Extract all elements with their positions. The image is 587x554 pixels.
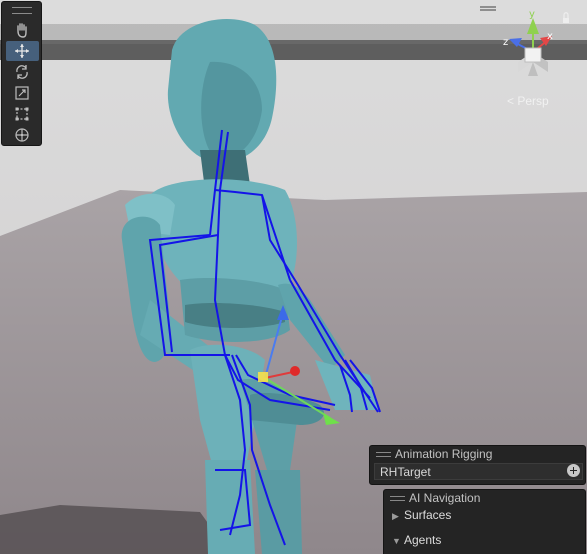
transform-tool-button[interactable] [6, 125, 39, 145]
rect-tool-button[interactable] [6, 104, 39, 124]
rig-target-value: RHTarget [380, 465, 431, 479]
hand-tool-button[interactable] [6, 20, 39, 40]
gizmo-y-label: y [529, 9, 535, 20]
nav-item-agents-label: Agents [404, 533, 442, 547]
expand-down-icon: ▼ [392, 536, 401, 546]
hand-icon [17, 23, 27, 38]
horizon-shade [0, 24, 587, 44]
expand-right-icon: ▶ [392, 511, 399, 521]
perspective-toggle[interactable]: < Persp [507, 94, 549, 108]
animation-rigging-grip[interactable] [376, 452, 391, 457]
gizmo-x-label: x [547, 31, 553, 42]
move-tool-button[interactable] [6, 41, 39, 61]
scale-icon [15, 86, 29, 100]
tool-palette [1, 1, 42, 146]
ai-navigation-title: AI Navigation [409, 491, 481, 505]
tool-palette-grip[interactable] [12, 7, 32, 14]
rect-transform-icon [15, 107, 29, 121]
rotate-tool-button[interactable] [6, 62, 39, 82]
add-plus-icon[interactable] [567, 464, 580, 477]
animation-rigging-title: Animation Rigging [395, 447, 493, 461]
persp-chevron-icon: < [507, 94, 515, 108]
nav-item-agents[interactable]: ▼ Agents [392, 533, 441, 547]
transform-icon [15, 128, 29, 142]
ground-shadow [0, 505, 230, 554]
nav-item-surfaces-label: Surfaces [404, 508, 452, 522]
animation-rigging-panel: Animation Rigging RHTarget [369, 445, 586, 485]
rig-target-field[interactable]: RHTarget [374, 463, 583, 480]
move-icon [15, 44, 29, 58]
nav-item-surfaces[interactable]: ▶ Surfaces [392, 508, 451, 522]
persp-label: Persp [517, 94, 549, 108]
ai-navigation-grip[interactable] [390, 496, 405, 501]
ai-navigation-panel: AI Navigation ▶ Surfaces ▼ Agents [383, 489, 586, 554]
rotate-icon [16, 65, 28, 79]
scale-tool-button[interactable] [6, 83, 39, 103]
gizmo-z-label: z [503, 37, 508, 48]
